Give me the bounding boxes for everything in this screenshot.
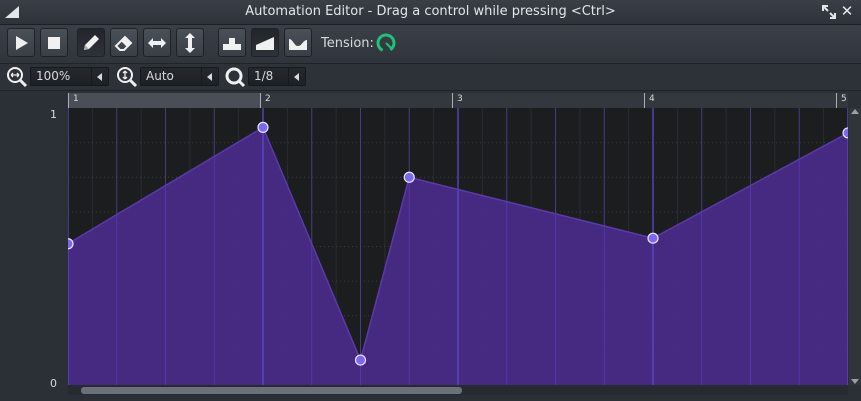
pencil-icon	[84, 34, 99, 50]
eraser-icon	[114, 35, 133, 51]
dropdown-arrow-icon	[91, 68, 108, 85]
tension-label: Tension:	[321, 36, 374, 51]
bar-number: 3	[457, 94, 463, 104]
vertical-arrows-icon	[185, 32, 195, 53]
flip-horizontal-button[interactable]	[143, 28, 171, 57]
automation-point[interactable]	[403, 171, 415, 183]
flip-vertical-button[interactable]	[176, 28, 204, 57]
discrete-progression-button[interactable]	[218, 28, 246, 57]
stop-button[interactable]	[40, 28, 68, 57]
horizontal-arrows-icon	[148, 37, 166, 48]
scroll-up-icon[interactable]	[851, 108, 859, 116]
automation-editor-area: 1 2 3 4 5 1 0	[0, 91, 861, 401]
window-title: Automation Editor - Drag a control while…	[245, 4, 616, 19]
automation-point[interactable]	[257, 121, 269, 133]
dropdown-arrow-icon	[288, 68, 305, 85]
y-axis-min-label: 0	[50, 377, 57, 390]
automation-point[interactable]	[68, 238, 74, 250]
automation-point[interactable]	[842, 127, 848, 139]
erase-mode-button[interactable]	[110, 28, 138, 57]
discrete-progression-icon	[223, 37, 241, 50]
bar-number: 2	[265, 94, 271, 104]
cubic-progression-button[interactable]	[284, 28, 312, 57]
y-axis-max-label: 1	[50, 108, 57, 121]
bar-tick	[452, 93, 453, 108]
scroll-down-icon[interactable]	[851, 377, 859, 385]
linear-progression-icon	[256, 36, 274, 50]
quantization-value: 1/8	[254, 69, 274, 83]
play-icon	[16, 35, 28, 50]
maximize-icon[interactable]	[822, 5, 836, 19]
quantization-icon	[225, 67, 246, 88]
bar-number: 1	[73, 94, 79, 104]
vertical-zoom-icon	[117, 67, 138, 88]
bar-tick	[644, 93, 645, 108]
stop-icon	[48, 36, 60, 49]
draw-mode-button[interactable]	[77, 28, 105, 57]
bar-tick	[260, 93, 261, 108]
vertical-zoom-value: Auto	[146, 69, 174, 83]
play-button[interactable]	[7, 28, 35, 57]
automation-graph[interactable]	[68, 108, 848, 385]
automation-point[interactable]	[354, 354, 367, 366]
horizontal-zoom-combo[interactable]: 100%	[30, 67, 109, 86]
horizontal-zoom-value: 100%	[36, 69, 71, 83]
bar-tick	[836, 93, 837, 108]
tension-knob[interactable]	[375, 32, 397, 54]
bar-tick	[68, 93, 69, 108]
horizontal-zoom-icon	[7, 67, 28, 88]
close-icon[interactable]: ✕	[840, 3, 854, 19]
title-bar: Automation Editor - Drag a control while…	[0, 0, 861, 25]
loop-region[interactable]	[68, 93, 260, 108]
linear-progression-button[interactable]	[251, 28, 279, 57]
timeline-ruler[interactable]: 1 2 3 4 5	[68, 93, 848, 108]
vertical-scrollbar[interactable]	[849, 108, 861, 385]
cubic-progression-icon	[289, 38, 307, 50]
quantization-combo[interactable]: 1/8	[248, 67, 306, 86]
vertical-zoom-combo[interactable]: Auto	[140, 67, 219, 86]
zoom-bar: 100% Auto 1/8	[0, 64, 861, 91]
dropdown-arrow-icon	[201, 68, 218, 85]
bar-number: 5	[841, 94, 847, 104]
horizontal-scroll-thumb[interactable]	[81, 387, 462, 394]
bar-number: 4	[649, 94, 655, 104]
toolbar: Tension:	[0, 25, 861, 64]
automation-point[interactable]	[647, 232, 659, 244]
